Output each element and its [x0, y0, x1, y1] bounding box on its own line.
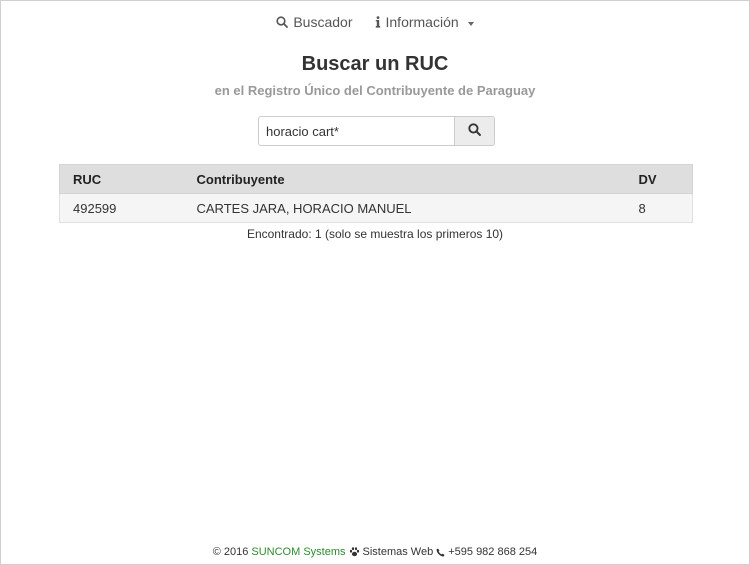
page: Buscador Información Buscar un RUC en el…	[0, 0, 750, 565]
results-count: Encontrado: 1 (solo se muestra los prime…	[246, 227, 504, 241]
nav-buscador-label: Buscador	[293, 14, 353, 30]
phone-icon	[436, 547, 445, 557]
paw-icon	[349, 547, 360, 557]
search-input[interactable]	[258, 116, 455, 146]
footer-company-link[interactable]: SUNCOM Systems	[251, 546, 345, 558]
cell-ruc: 492599	[59, 193, 184, 223]
cell-dv: 8	[625, 193, 693, 223]
page-title: Buscar un RUC	[301, 53, 449, 75]
nav-informacion-label: Información	[385, 14, 459, 30]
nav-informacion-dropdown[interactable]: Información	[375, 14, 474, 30]
search-icon	[468, 123, 481, 139]
cell-contribuyente: CARTES JARA, HORACIO MANUEL	[183, 193, 626, 223]
column-header-contribuyente: Contribuyente	[183, 164, 626, 194]
footer-phone: +595 982 868 254	[448, 546, 538, 558]
search-icon	[276, 16, 289, 28]
footer-copyright: © 2016	[212, 546, 249, 558]
nav-buscador[interactable]: Buscador	[276, 14, 353, 30]
table-row[interactable]: 492599 CARTES JARA, HORACIO MANUEL 8	[59, 193, 693, 223]
column-header-dv: DV	[625, 164, 693, 194]
table-header-row: RUC Contribuyente DV	[59, 164, 693, 194]
search-button[interactable]	[455, 116, 495, 146]
chevron-down-icon	[467, 21, 474, 26]
footer: © 2016 SUNCOM Systems Sistemas Web +595 …	[1, 546, 749, 558]
search-form	[258, 116, 495, 146]
top-nav: Buscador Información	[1, 1, 749, 43]
footer-tagline: Sistemas Web	[362, 546, 434, 558]
results-table: RUC Contribuyente DV 492599 CARTES JARA,…	[59, 164, 693, 223]
page-subtitle: en el Registro Único del Contribuyente d…	[214, 83, 536, 98]
column-header-ruc: RUC	[59, 164, 184, 194]
info-icon	[375, 16, 381, 28]
